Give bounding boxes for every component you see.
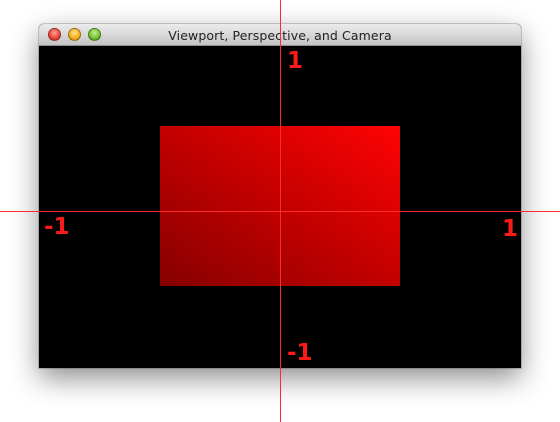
horizontal-axis-line [0,211,560,212]
axis-label-left: -1 [44,214,70,240]
desktop-stage: Viewport, Perspective, and Camera 1 -1 -… [0,0,560,422]
axis-label-bottom: -1 [287,340,313,366]
axis-label-right: 1 [502,216,519,242]
axis-label-top: 1 [287,48,304,74]
